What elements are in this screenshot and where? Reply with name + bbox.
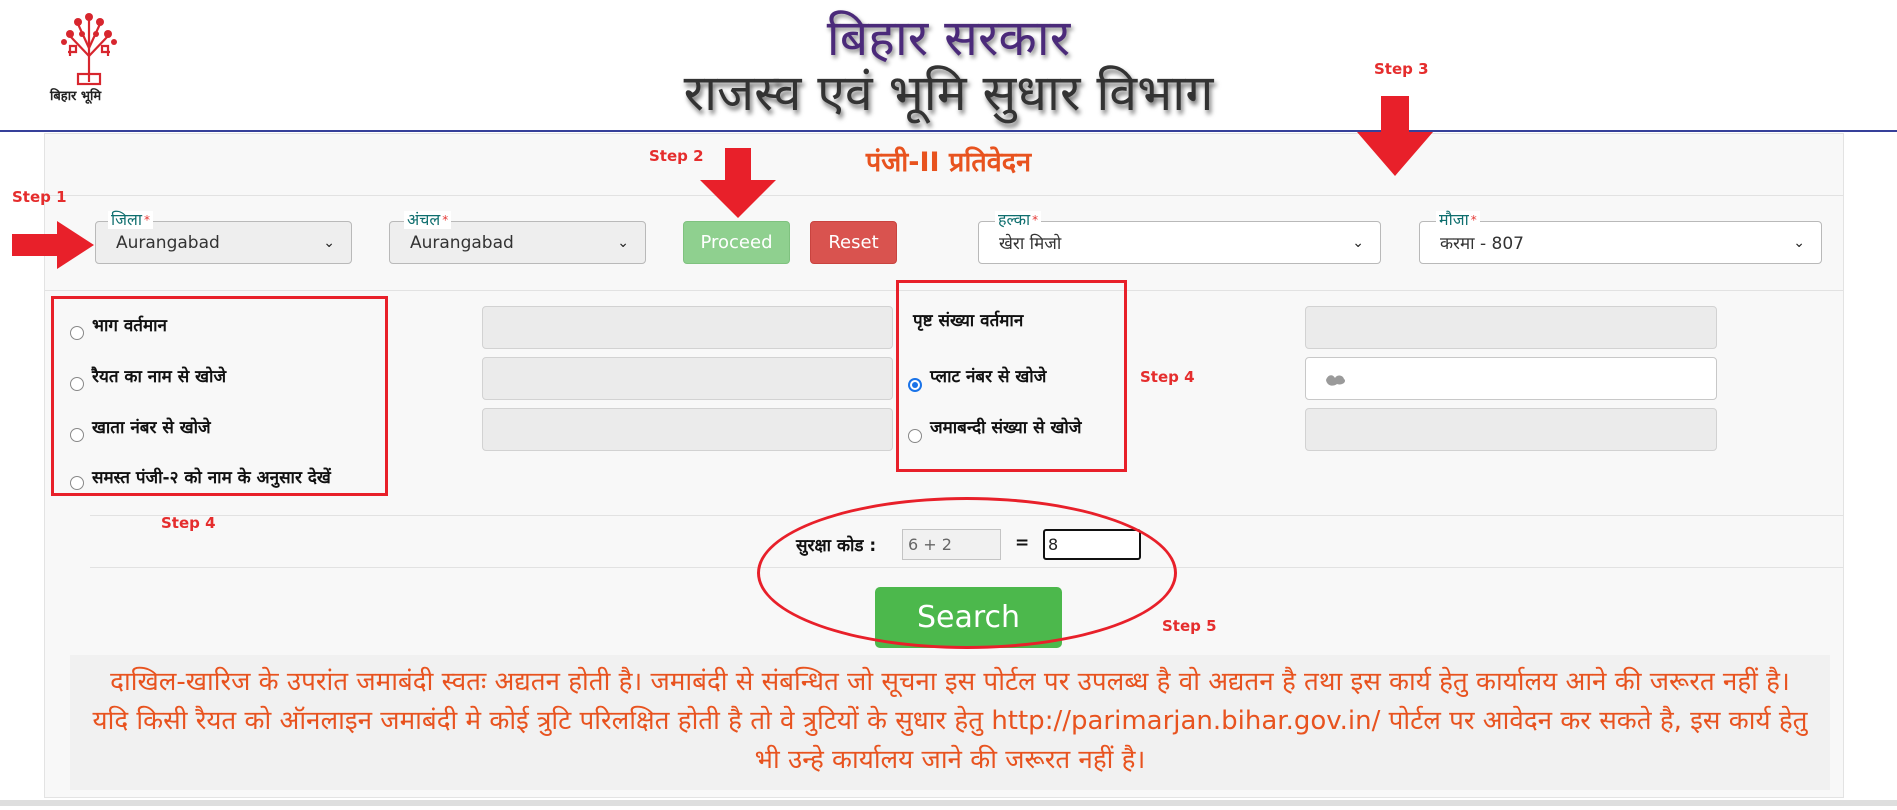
step-4-right-highlight-box	[896, 280, 1127, 472]
header-title-department: राजस्व एवं भूमि सुधार विभाग	[683, 64, 1214, 122]
step-5-highlight-ellipse	[757, 497, 1177, 649]
form-title: पंजी-II प्रतिवेदन	[865, 147, 1032, 178]
step-2-label: Step 2	[649, 147, 704, 165]
district-select-value: Aurangabad	[116, 232, 220, 253]
bhag-input[interactable]	[482, 306, 893, 349]
notice-message: दाखिल-खारिज के उपरांत जमाबंदी स्वतः अद्य…	[70, 655, 1830, 790]
chevron-down-icon: ⌄	[1352, 234, 1364, 251]
circle-label: अंचल *	[404, 211, 452, 229]
step-4-left-label: Step 4	[161, 514, 216, 532]
step-5-label: Step 5	[1162, 617, 1217, 635]
step-1-arrow-icon	[12, 221, 94, 269]
chevron-down-icon: ⌄	[323, 234, 335, 251]
step-4-right-label: Step 4	[1140, 368, 1195, 386]
khata-number-input[interactable]	[482, 408, 893, 451]
step-4-left-highlight-box	[51, 296, 388, 496]
step-2-arrow-icon	[700, 148, 776, 218]
halka-select-value: खेरा मिजो	[999, 234, 1062, 254]
redacted-input-icon	[1326, 375, 1346, 386]
jamabandi-number-input[interactable]	[1305, 408, 1717, 451]
step-3-label: Step 3	[1374, 60, 1429, 78]
chevron-down-icon: ⌄	[1793, 234, 1805, 251]
halka-label: हल्का *	[995, 211, 1042, 229]
step-1-label: Step 1	[12, 188, 67, 206]
mauza-select-value: करमा - 807	[1440, 234, 1524, 254]
footer-divider	[0, 800, 1897, 806]
raiyat-name-input[interactable]	[482, 357, 893, 400]
header-divider	[0, 130, 1897, 132]
proceed-button[interactable]: Proceed	[683, 221, 790, 264]
district-label: जिला *	[108, 211, 154, 229]
notice-text: दाखिल-खारिज के उपरांत जमाबंदी स्वतः अद्य…	[92, 667, 1808, 775]
mauza-label: मौजा *	[1436, 211, 1480, 229]
chevron-down-icon: ⌄	[617, 234, 629, 251]
page-number-input[interactable]	[1305, 306, 1717, 349]
circle-select-value: Aurangabad	[410, 232, 514, 253]
panel-divider	[45, 195, 1843, 196]
header-title-government: बिहार सरकार	[826, 9, 1071, 67]
reset-button[interactable]: Reset	[810, 221, 897, 264]
plot-number-input[interactable]	[1305, 357, 1717, 400]
step-3-arrow-icon	[1357, 96, 1433, 176]
